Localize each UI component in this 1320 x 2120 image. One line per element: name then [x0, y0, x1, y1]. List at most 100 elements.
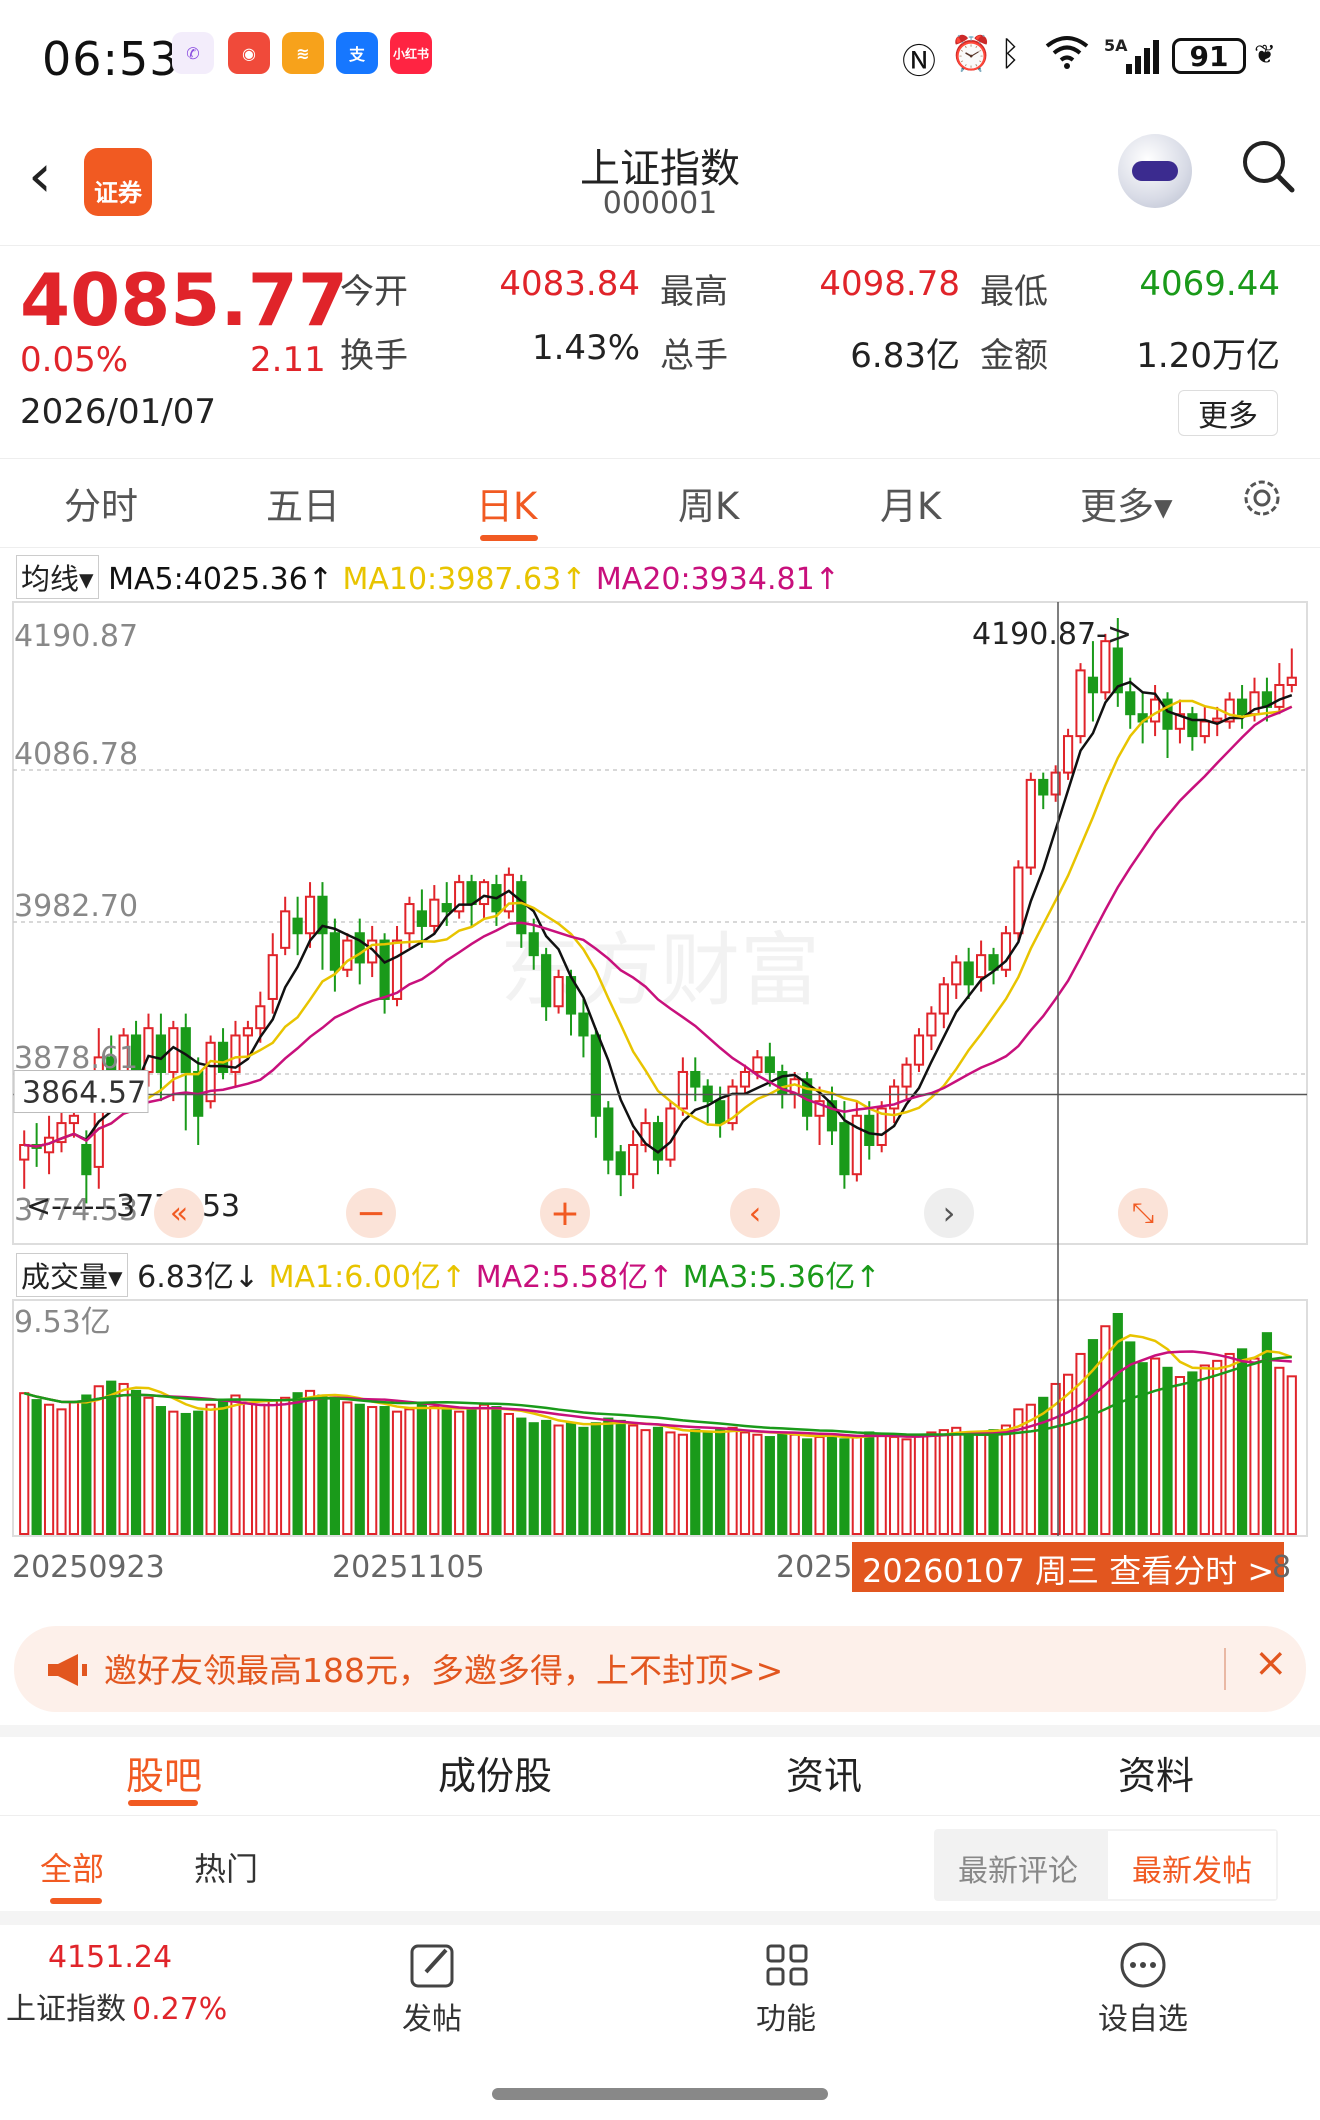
- volume-bar: [379, 1406, 390, 1535]
- candle-body: [280, 910, 291, 949]
- candle-body: [1038, 778, 1049, 796]
- index-ticker-value[interactable]: 4151.24: [0, 1940, 220, 1975]
- volume-bar: [68, 1401, 80, 1535]
- volume-bar: [615, 1419, 626, 1536]
- volume-bar: [590, 1422, 601, 1535]
- candle-body: [68, 1114, 80, 1125]
- tab-news[interactable]: 资讯: [786, 1745, 862, 1800]
- candle-body: [1025, 778, 1036, 869]
- volume-bar: [876, 1433, 887, 1535]
- ma5-value: MA5:4025.36↑: [108, 562, 333, 597]
- volume-bar: [43, 1403, 55, 1535]
- app-icon-red: ◉: [228, 32, 270, 74]
- tab-profile[interactable]: 资料: [1118, 1745, 1194, 1800]
- alarm-icon: ⏰: [950, 34, 993, 74]
- post-label[interactable]: 发帖: [372, 1994, 492, 2038]
- candle-body: [1199, 720, 1210, 738]
- megaphone-icon: [44, 1650, 90, 1694]
- tab-daily-k[interactable]: 日K: [476, 476, 537, 530]
- app-icon-orange: ≋: [282, 32, 324, 74]
- volume-bar: [130, 1389, 142, 1536]
- volume-selector[interactable]: 成交量▾: [16, 1253, 128, 1297]
- index-ticker[interactable]: 上证指数 0.27%: [6, 1984, 227, 2028]
- candle-body: [404, 903, 415, 935]
- turnover-label: 换手: [340, 336, 408, 376]
- tab-weekly-k[interactable]: 周K: [678, 476, 739, 530]
- volume-bar: [690, 1429, 701, 1536]
- add-watchlist-icon[interactable]: [1118, 1940, 1168, 1994]
- fullscreen-icon[interactable]: ⤡: [1118, 1188, 1168, 1238]
- candle-body: [516, 881, 527, 935]
- tab-intraday[interactable]: 分时: [64, 476, 138, 530]
- sort-latest-comment[interactable]: 最新评论: [958, 1846, 1078, 1890]
- volume-bar: [1125, 1341, 1136, 1535]
- promo-divider: [1224, 1648, 1226, 1690]
- volume-bar: [454, 1410, 465, 1536]
- rewind-icon[interactable]: «: [154, 1188, 204, 1238]
- volume-bar: [1038, 1396, 1049, 1535]
- candle-body: [1286, 676, 1297, 686]
- functions-label[interactable]: 功能: [726, 1994, 846, 2038]
- vol-ma3: MA3:5.36亿↑: [682, 1260, 881, 1295]
- candle-body: [466, 881, 477, 906]
- volume-bar: [752, 1433, 763, 1535]
- post-icon[interactable]: [408, 1940, 458, 1994]
- more-quote-button[interactable]: 更多: [1178, 390, 1278, 436]
- wifi-icon: [1044, 34, 1090, 79]
- assistant-robot-icon[interactable]: [1118, 134, 1192, 208]
- tab-components[interactable]: 成份股: [438, 1745, 552, 1800]
- home-indicator[interactable]: [492, 2088, 828, 2100]
- vol-ma1: MA1:6.00亿↑: [268, 1260, 467, 1295]
- promo-banner[interactable]: 邀好友领最高188元，多邀多得，上不封顶>> ×: [14, 1626, 1306, 1712]
- volume-bar: [1149, 1357, 1161, 1535]
- volume-bar: [715, 1429, 726, 1536]
- scroll-right-icon[interactable]: ›: [924, 1188, 974, 1238]
- high-label: 最高: [660, 272, 728, 312]
- add-watchlist-label[interactable]: 设自选: [1068, 1994, 1218, 2038]
- ma-selector[interactable]: 均线▾: [16, 555, 99, 599]
- view-intraday-tooltip[interactable]: 20260107 周三 查看分时 >: [852, 1542, 1285, 1592]
- zoom-out-icon[interactable]: −: [346, 1188, 396, 1238]
- candle-body: [416, 910, 427, 927]
- functions-grid-icon[interactable]: [762, 1940, 812, 1994]
- phone-app-icon: ✆: [172, 32, 214, 74]
- subtab-all[interactable]: 全部: [40, 1844, 104, 1890]
- volume-bar: [56, 1408, 67, 1535]
- volume-bar: [1236, 1348, 1248, 1536]
- volume-bar: [826, 1433, 838, 1535]
- min-marker: <------3774.53: [26, 1189, 240, 1224]
- candle-body: [441, 903, 452, 913]
- volume-bar: [516, 1417, 527, 1535]
- volume-bar: [1000, 1424, 1012, 1536]
- close-icon[interactable]: ×: [1254, 1640, 1288, 1686]
- scroll-left-icon[interactable]: ‹: [730, 1188, 780, 1238]
- candle-body: [938, 983, 949, 1015]
- volume-bar: [1137, 1362, 1148, 1535]
- volume-bar: [1274, 1366, 1285, 1535]
- zoom-in-icon[interactable]: +: [540, 1188, 590, 1238]
- sort-latest-post[interactable]: 最新发帖: [1132, 1846, 1252, 1890]
- tab-monthly-k[interactable]: 月K: [880, 476, 941, 530]
- volume-value: 6.83亿: [850, 336, 960, 376]
- volume-bar: [81, 1394, 92, 1536]
- subtab-hot[interactable]: 热门: [194, 1844, 258, 1890]
- volume-bar: [1162, 1366, 1173, 1535]
- volume-bar: [1112, 1313, 1123, 1535]
- volume-bar: [988, 1429, 999, 1536]
- tab-guba[interactable]: 股吧: [126, 1745, 202, 1800]
- active-tab-indicator: [480, 535, 538, 541]
- candle-body: [292, 917, 303, 935]
- kline-chart[interactable]: 东方财富 4190.874086.783982.703878.613774.53…: [0, 598, 1320, 1608]
- volume-bar: [292, 1392, 303, 1535]
- volume-bar: [528, 1422, 539, 1535]
- candle-body: [1087, 676, 1099, 694]
- candle-body: [665, 1107, 676, 1161]
- search-icon[interactable]: [1240, 138, 1296, 194]
- candle-body: [690, 1070, 701, 1088]
- tab-five-day[interactable]: 五日: [266, 476, 340, 530]
- index-ticker-name: 上证指数: [6, 1992, 126, 2027]
- tab-more[interactable]: 更多▾: [1080, 476, 1173, 530]
- volume-bar: [1212, 1359, 1223, 1536]
- settings-gear-icon[interactable]: [1238, 474, 1286, 526]
- x-label-2: 20251105: [332, 1550, 485, 1585]
